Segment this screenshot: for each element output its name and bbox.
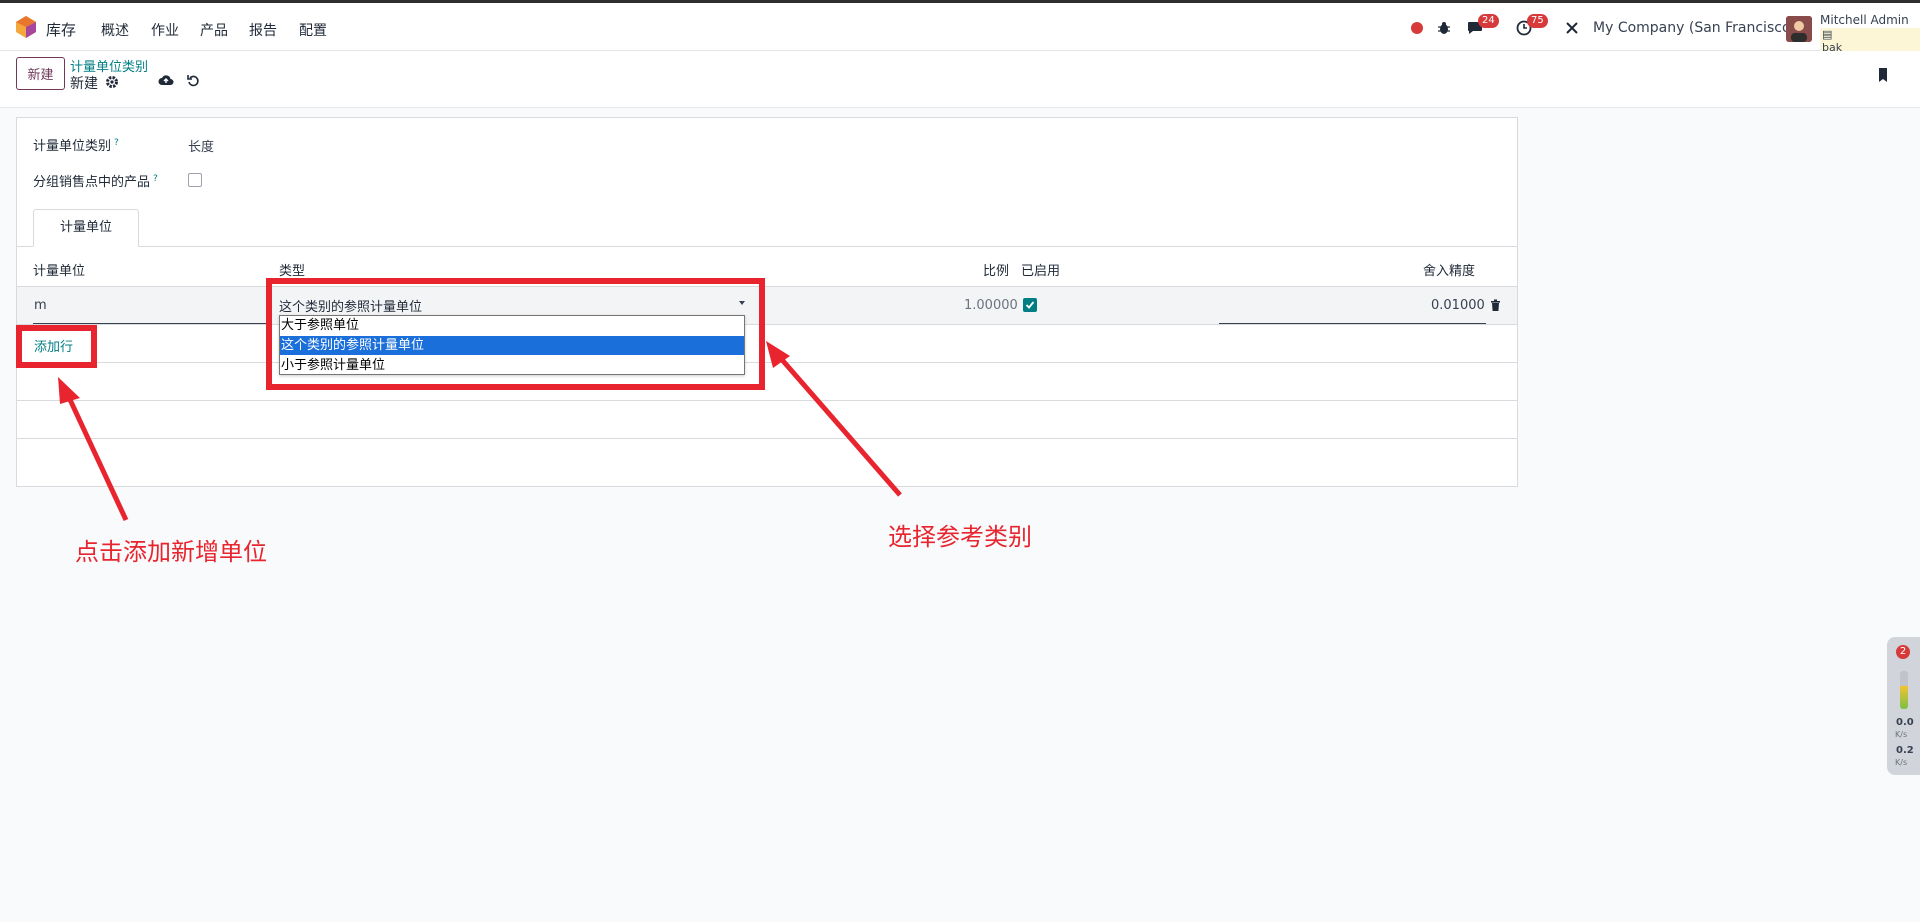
company-switcher[interactable]: My Company (San Francisco) xyxy=(1593,20,1796,36)
new-button[interactable]: 新建 xyxy=(16,57,65,90)
category-value[interactable]: 长度 xyxy=(188,136,214,155)
messages-badge: 24 xyxy=(1478,14,1499,28)
annotation-box-type-select xyxy=(266,278,765,390)
activities-badge: 75 xyxy=(1527,14,1548,28)
bookmark-icon[interactable] xyxy=(1875,67,1891,83)
network-monitor-widget[interactable]: 2 0.0 K/s 0.2 K/s xyxy=(1887,637,1920,775)
app-logo-icon[interactable] xyxy=(16,16,36,38)
column-active[interactable]: 已启用 xyxy=(1021,260,1060,279)
record-title: 新建 xyxy=(70,76,98,92)
annotation-box-add-line xyxy=(16,325,97,368)
pos-group-checkbox[interactable] xyxy=(188,173,202,187)
download-speed: 0.2 xyxy=(1896,745,1914,756)
help-tooltip-icon[interactable]: ? xyxy=(114,138,119,148)
menu-reporting[interactable]: 报告 xyxy=(249,20,277,40)
column-ratio[interactable]: 比例 xyxy=(983,260,1009,279)
discard-icon[interactable] xyxy=(185,72,201,88)
tools-icon[interactable] xyxy=(1562,18,1582,38)
annotation-text-select-type: 选择参考类别 xyxy=(888,523,1032,551)
menu-operations[interactable]: 作业 xyxy=(151,20,179,40)
tab-divider xyxy=(17,246,1517,247)
trash-icon[interactable] xyxy=(1490,299,1501,315)
menu-products[interactable]: 产品 xyxy=(200,20,228,40)
record-icon[interactable] xyxy=(1407,18,1427,38)
user-name[interactable]: Mitchell Admin xyxy=(1820,13,1909,27)
annotation-text-add-unit: 点击添加新增单位 xyxy=(75,538,267,566)
column-uom[interactable]: 计量单位 xyxy=(33,260,85,279)
menu-overview[interactable]: 概述 xyxy=(101,20,129,40)
rounding-input-underline xyxy=(1219,323,1486,324)
download-unit: K/s xyxy=(1895,758,1908,767)
column-type[interactable]: 类型 xyxy=(279,260,305,279)
form-sheet: 计量单位类别? 长度 分组销售点中的产品? 计量单位 计量单位 类型 比例 已启… xyxy=(16,117,1518,487)
grid-header: 计量单位 类型 比例 已启用 舍入精度 xyxy=(17,248,1517,287)
gear-icon[interactable] xyxy=(104,74,120,90)
uom-input-underline xyxy=(33,323,270,324)
column-rounding[interactable]: 舍入精度 xyxy=(1423,260,1475,279)
bug-icon[interactable] xyxy=(1434,18,1454,38)
widget-badge: 2 xyxy=(1896,645,1910,659)
list-item xyxy=(17,363,1517,401)
upload-speed: 0.0 xyxy=(1896,717,1914,728)
app-name[interactable]: 库存 xyxy=(46,19,76,40)
ratio-cell[interactable]: 1.00000 xyxy=(964,298,1018,313)
upload-unit: K/s xyxy=(1895,730,1908,739)
active-checkbox[interactable] xyxy=(1023,298,1037,312)
pos-group-label: 分组销售点中的产品? xyxy=(33,173,158,190)
tab-uom[interactable]: 计量单位 xyxy=(33,209,139,247)
rounding-cell[interactable]: 0.01000 xyxy=(1431,298,1485,313)
uom-name-cell[interactable]: m xyxy=(34,298,47,313)
database-icon: ▤ xyxy=(1822,28,1833,41)
meter-icon xyxy=(1900,671,1908,709)
control-panel: 新建 计量单位类别 新建 xyxy=(0,51,1920,108)
list-item xyxy=(17,401,1517,439)
category-label: 计量单位类别? xyxy=(33,137,119,154)
menu-configuration[interactable]: 配置 xyxy=(299,20,327,40)
help-tooltip-icon[interactable]: ? xyxy=(153,174,158,184)
list-item xyxy=(17,325,1517,363)
user-avatar[interactable] xyxy=(1786,16,1812,42)
top-navbar: 库存 概述 作业 产品 报告 配置 24 75 My Company (San … xyxy=(0,0,1920,54)
cloud-upload-icon[interactable] xyxy=(158,72,174,88)
table-row[interactable]: m 1.00000 0.01000 xyxy=(17,287,1517,325)
